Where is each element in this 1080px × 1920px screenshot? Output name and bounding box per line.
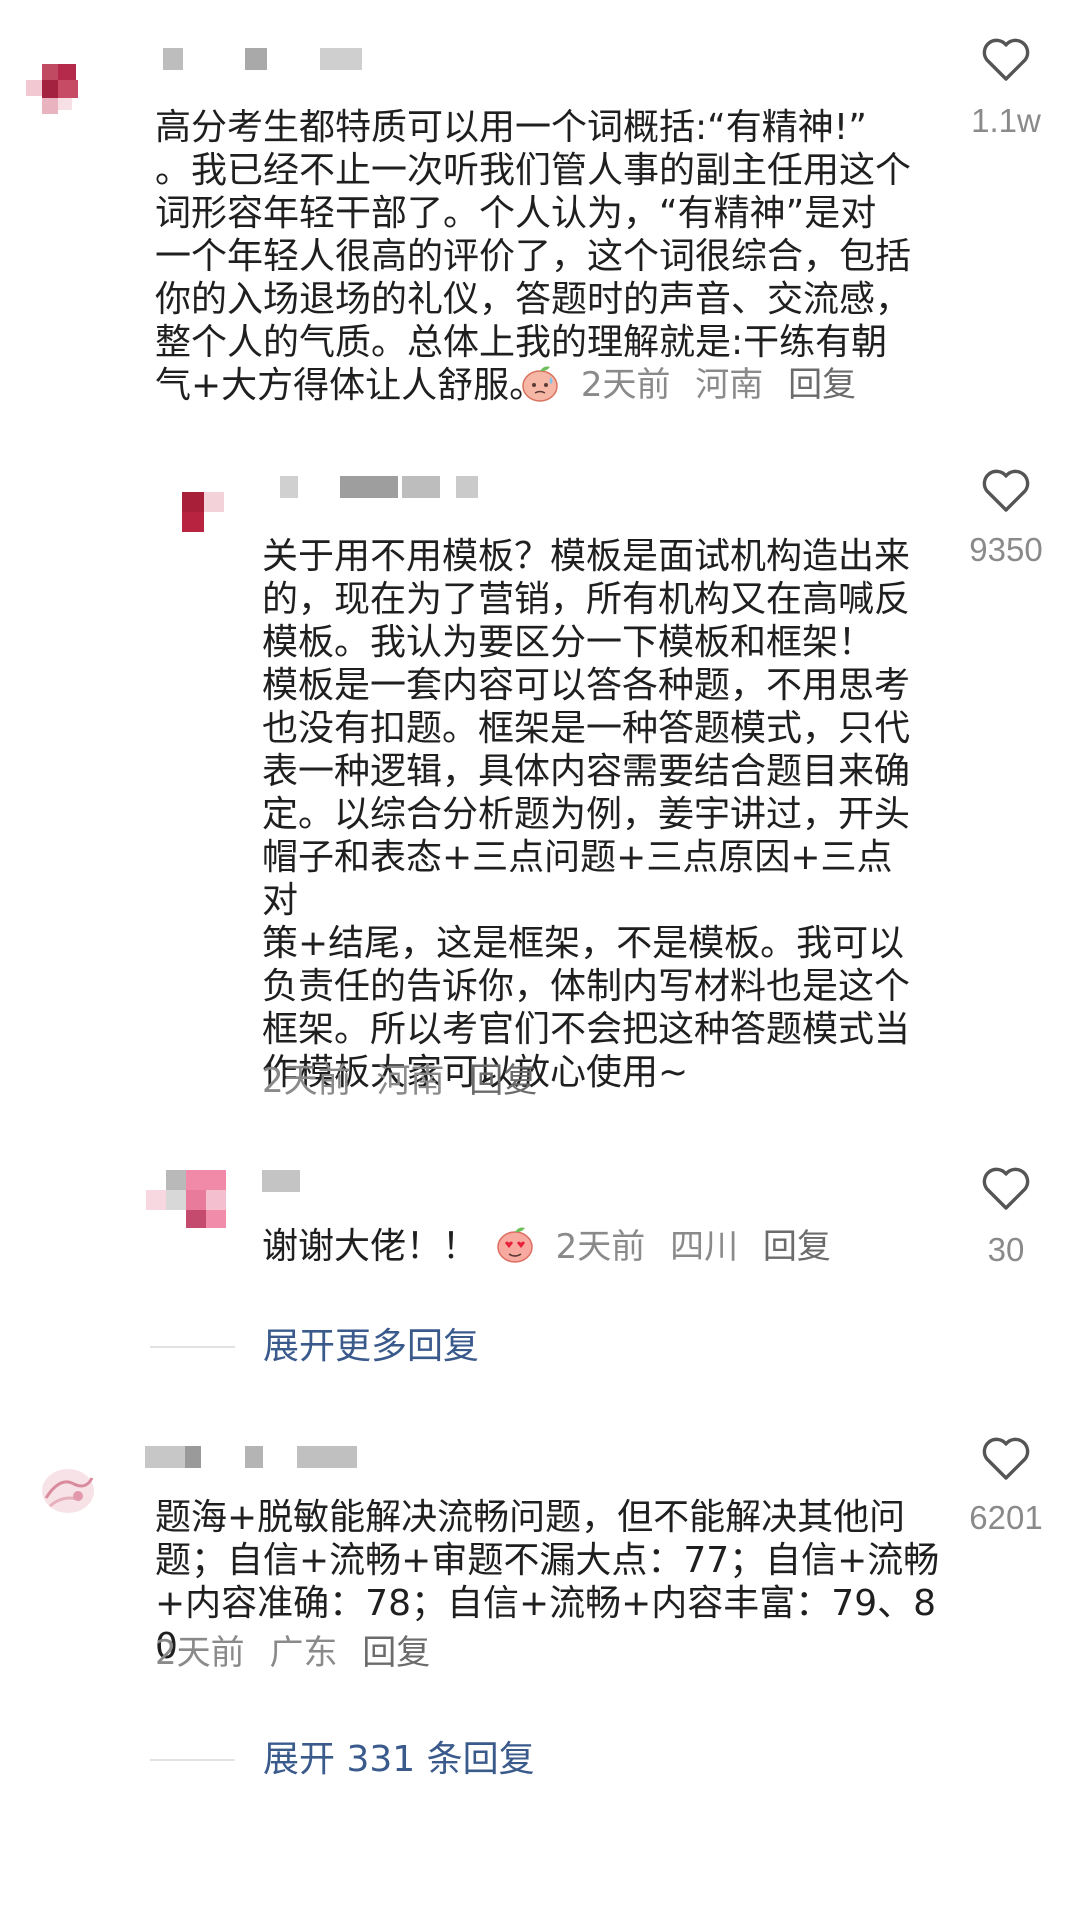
like-count: 6201 [969, 1499, 1043, 1536]
avatar[interactable] [146, 1170, 226, 1228]
comment-time: 2天前 [580, 365, 671, 405]
like-count: 1.1w [971, 102, 1041, 139]
comment-meta: 2天前 广东 回复 [155, 1632, 444, 1675]
like-control: 6201 [946, 1435, 1066, 1537]
reply-time: 2天前 [262, 1061, 352, 1101]
comment-time: 2天前 [155, 1633, 245, 1673]
username-blurred[interactable] [163, 48, 363, 70]
username-blurred[interactable] [145, 1446, 365, 1468]
reply-time: 2天前 [555, 1227, 646, 1267]
reply-location: 四川 [670, 1227, 739, 1267]
like-control: 9350 [946, 467, 1066, 569]
reply-line: 谢谢大佬！！ 2天前 四川 回复 [262, 1225, 845, 1269]
reply-meta: 2天前 河南 回复 [262, 1060, 551, 1103]
like-count: 30 [987, 1231, 1025, 1268]
comment-meta: 2天前 河南 回复 [520, 363, 870, 407]
peach-sweat-emoji [522, 366, 558, 402]
expand-replies-button[interactable]: 展开 331 条回复 [263, 1735, 535, 1785]
avatar[interactable] [40, 1466, 96, 1516]
expand-replies: 展开更多回复 [150, 1322, 550, 1372]
reply-button[interactable]: 回复 [788, 365, 856, 405]
like-control: 30 [946, 1165, 1066, 1269]
heart-icon[interactable] [981, 1435, 1031, 1481]
comment-1: 高分考生都特质可以用一个词概括:“有精神!” 。我已经不止一次听我们管人事的副主… [0, 0, 1080, 1420]
reply-text: 谢谢大佬！！ [262, 1226, 479, 1267]
reply-button[interactable]: 回复 [763, 1227, 831, 1267]
reply-1: 关于用不用模板？模板是面试机构造出来 的，现在为了营销，所有机构又在高喊反 模板… [0, 460, 1080, 1103]
like-count: 9350 [969, 531, 1043, 568]
comment-text: 高分考生都特质可以用一个词概括:“有精神!” 。我已经不止一次听我们管人事的副主… [155, 107, 912, 406]
heart-icon[interactable] [981, 1165, 1031, 1211]
heart-eyes-emoji [497, 1227, 533, 1263]
divider [150, 1759, 235, 1761]
expand-replies: 展开 331 条回复 [150, 1735, 570, 1785]
reply-button[interactable]: 回复 [469, 1061, 537, 1101]
username-blurred[interactable] [280, 476, 480, 498]
avatar[interactable] [182, 492, 224, 534]
comment-location: 广东 [269, 1633, 338, 1673]
reply-location: 河南 [376, 1061, 445, 1101]
like-control: 1.1w [946, 36, 1066, 140]
comment-location: 河南 [695, 365, 764, 405]
divider [150, 1346, 235, 1348]
heart-icon[interactable] [981, 467, 1031, 513]
comment-2: 题海+脱敏能解决流畅问题，但不能解决其他问 题；自信+流畅+审题不漏大点：77；… [0, 1430, 1080, 1810]
reply-button[interactable]: 回复 [362, 1633, 430, 1673]
heart-icon[interactable] [981, 36, 1031, 82]
avatar-image [42, 1469, 94, 1513]
reply-text: 关于用不用模板？模板是面试机构造出来 的，现在为了营销，所有机构又在高喊反 模板… [262, 536, 911, 1093]
expand-replies-button[interactable]: 展开更多回复 [263, 1322, 479, 1372]
reply-2: 谢谢大佬！！ 2天前 四川 回复 30 [0, 1167, 1080, 1290]
avatar[interactable] [26, 64, 90, 128]
username-blurred[interactable] [262, 1170, 322, 1192]
